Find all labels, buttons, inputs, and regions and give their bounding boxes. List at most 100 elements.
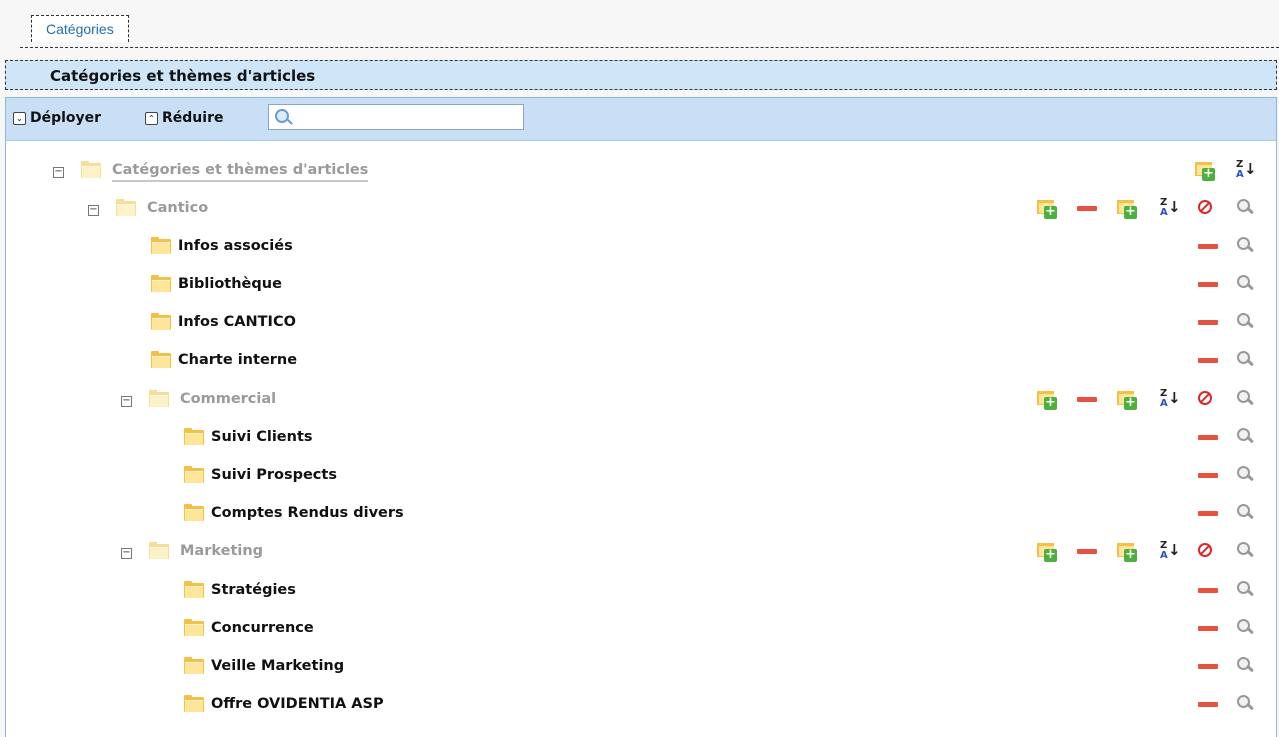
sort-az-icon[interactable]: Z A ↓ [1233,159,1257,181]
magnifier-icon[interactable] [1235,197,1257,219]
tree-label-item[interactable]: Offre OVIDENTIA ASP [211,696,384,712]
folder-icon [116,199,136,216]
remove-icon[interactable] [1197,502,1219,524]
magnifier-icon[interactable] [1235,579,1257,601]
collapse-icon: ⌃ [145,111,158,125]
magnifier-icon[interactable] [1235,655,1257,677]
tree-row-item: Offre OVIDENTIA ASP [6,687,1276,723]
remove-icon[interactable] [1197,655,1219,677]
magnifier-icon[interactable] [1235,273,1257,295]
folder-icon [184,619,204,636]
forbidden-icon[interactable] [1195,197,1217,219]
remove-icon[interactable] [1076,388,1098,410]
remove-icon[interactable] [1197,579,1219,601]
tree-label-item[interactable]: Charte interne [178,352,297,368]
tree-label-item[interactable]: Bibliothèque [178,276,282,292]
search-icon [275,109,289,123]
tree-row-commercial: − Commercial + + Z A ↓ [6,382,1276,418]
folder-icon [184,657,204,674]
search-input[interactable] [293,107,522,129]
tree-label-root[interactable]: Catégories et thèmes d'articles [112,162,369,182]
magnifier-icon[interactable] [1235,235,1257,257]
tree-label-item[interactable]: Veille Marketing [211,658,344,674]
tree-row-item: Charte interne [6,343,1276,379]
tree-row-item: Concurrence [6,611,1276,647]
sort-az-icon[interactable]: Z A ↓ [1157,540,1181,562]
tab-categories[interactable]: Catégories [31,15,129,42]
tree-row-item: Bibliothèque [6,267,1276,303]
collapse-label: Réduire [162,110,224,126]
remove-icon[interactable] [1197,311,1219,333]
tree-label-commercial[interactable]: Commercial [180,391,276,407]
expand-all-button[interactable]: ⌄ Déployer [13,110,101,126]
folder-icon [184,466,204,483]
tree-row-item: Veille Marketing [6,649,1276,685]
remove-icon[interactable] [1076,197,1098,219]
remove-icon[interactable] [1197,693,1219,715]
remove-icon[interactable] [1197,349,1219,371]
tree-row-item: Infos associés [6,229,1276,265]
tree-label-item[interactable]: Suivi Prospects [211,467,337,483]
collapse-all-button[interactable]: ⌃ Réduire [145,110,223,126]
tree-label-item[interactable]: Comptes Rendus divers [211,505,404,521]
folder-icon [151,313,171,330]
folder-icon [149,390,169,407]
tree-row-cantico: − Cantico + + Z A ↓ [6,191,1276,227]
collapse-toggle-icon[interactable]: − [121,548,132,559]
tree-row-item: Suivi Prospects [6,458,1276,494]
folder-icon [184,504,204,521]
magnifier-icon[interactable] [1235,502,1257,524]
add-folder-icon[interactable]: + [1037,540,1059,562]
tree-label-item[interactable]: Infos associés [178,238,293,254]
tree-label-marketing[interactable]: Marketing [180,543,263,559]
magnifier-icon[interactable] [1235,464,1257,486]
section-title: Catégories et thèmes d'articles [50,67,316,85]
add-folder-icon[interactable]: + [1037,197,1059,219]
tree-row-item: Infos CANTICO [6,305,1276,341]
tab-divider [20,47,1279,48]
add-topic-icon[interactable]: + [1117,388,1139,410]
tree-panel: ⌄ Déployer ⌃ Réduire − Catégories et thè… [5,97,1277,737]
tree-row-marketing: − Marketing + + Z A ↓ [6,534,1276,570]
section-header: Catégories et thèmes d'articles [5,60,1277,90]
magnifier-icon[interactable] [1235,388,1257,410]
magnifier-icon[interactable] [1235,349,1257,371]
tree-label-item[interactable]: Concurrence [211,620,314,636]
add-topic-icon[interactable]: + [1117,540,1139,562]
remove-icon[interactable] [1197,426,1219,448]
collapse-toggle-icon[interactable]: − [88,205,99,216]
add-folder-icon[interactable]: + [1195,159,1217,181]
magnifier-icon[interactable] [1235,617,1257,639]
expand-icon: ⌄ [13,111,26,125]
expand-label: Déployer [30,110,102,126]
magnifier-icon[interactable] [1235,693,1257,715]
folder-icon [151,351,171,368]
forbidden-icon[interactable] [1195,540,1217,562]
sort-az-icon[interactable]: Z A ↓ [1157,197,1181,219]
collapse-toggle-icon[interactable]: − [53,167,64,178]
forbidden-icon[interactable] [1195,388,1217,410]
add-folder-icon[interactable]: + [1037,388,1059,410]
remove-icon[interactable] [1076,540,1098,562]
add-topic-icon[interactable]: + [1117,197,1139,219]
magnifier-icon[interactable] [1235,426,1257,448]
remove-icon[interactable] [1197,617,1219,639]
folder-icon [81,161,101,178]
folder-icon [151,237,171,254]
tree-label-cantico[interactable]: Cantico [147,200,208,216]
magnifier-icon[interactable] [1235,311,1257,333]
tree-row-item: Suivi Clients [6,420,1276,456]
folder-icon [151,275,171,292]
tree-label-item[interactable]: Infos CANTICO [178,314,296,330]
tree-label-item[interactable]: Suivi Clients [211,429,313,445]
remove-icon[interactable] [1197,273,1219,295]
remove-icon[interactable] [1197,235,1219,257]
collapse-toggle-icon[interactable]: − [121,396,132,407]
tree-label-item[interactable]: Stratégies [211,582,296,598]
folder-icon [149,542,169,559]
search-box [268,104,524,130]
magnifier-icon[interactable] [1235,540,1257,562]
remove-icon[interactable] [1197,464,1219,486]
tree-row-item: Comptes Rendus divers [6,496,1276,532]
sort-az-icon[interactable]: Z A ↓ [1157,388,1181,410]
